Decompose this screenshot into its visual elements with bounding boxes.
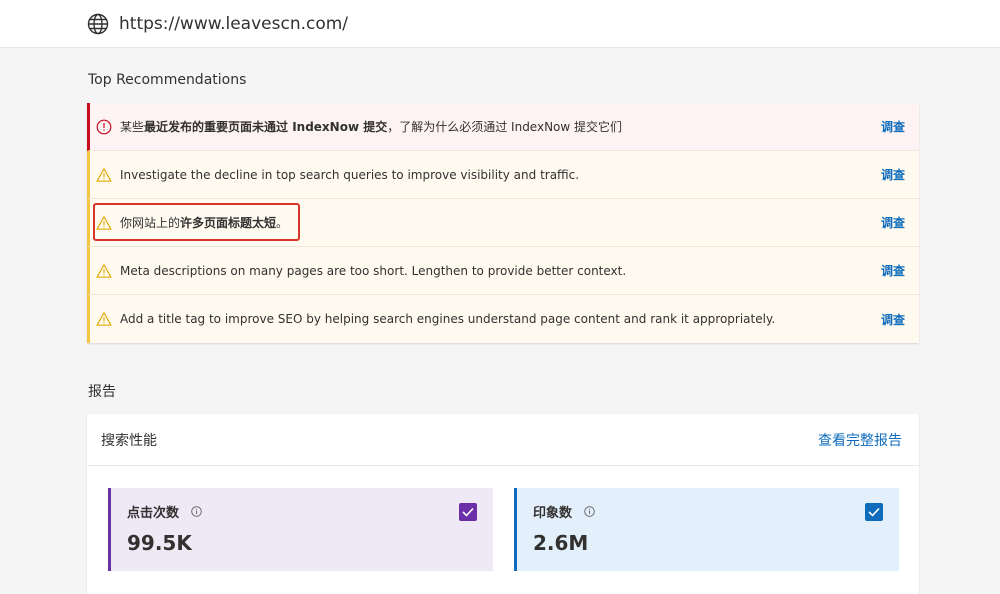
- info-icon[interactable]: [191, 506, 202, 517]
- investigate-link[interactable]: 调查: [881, 166, 905, 183]
- investigate-link[interactable]: 调查: [881, 214, 905, 231]
- recommendation-text: Investigate the decline in top search qu…: [120, 167, 580, 182]
- warning-icon: [96, 263, 112, 279]
- recommendation-text: 某些最近发布的重要页面未通过 IndexNow 提交，了解为什么必须通过 Ind…: [120, 120, 623, 134]
- recommendation-text: Add a title tag to improve SEO by helpin…: [120, 312, 776, 326]
- warning-icon: [96, 167, 112, 183]
- site-url[interactable]: https://www.leavescn.com/: [119, 14, 348, 34]
- recommendation-text: Meta descriptions on many pages are too …: [120, 263, 627, 278]
- report-section-title: 报告: [88, 384, 116, 400]
- recommendation-row[interactable]: Investigate the decline in top search qu…: [87, 151, 919, 199]
- metric-value: 2.6M: [533, 531, 589, 555]
- metric-impressions[interactable]: 印象数 2.6M: [514, 488, 899, 571]
- investigate-link[interactable]: 调查: [881, 118, 905, 135]
- report-card-header: 搜索性能 查看完整报告: [87, 414, 919, 466]
- recommendation-row[interactable]: 你网站上的许多页面标题太短。 调查: [87, 199, 919, 247]
- search-performance-card: 搜索性能 查看完整报告 点击次数 99.5K 印象数 2.6M: [87, 414, 919, 594]
- investigate-link[interactable]: 调查: [881, 262, 905, 279]
- recommendations-list: 某些最近发布的重要页面未通过 IndexNow 提交，了解为什么必须通过 Ind…: [87, 103, 919, 343]
- metric-value: 99.5K: [127, 531, 192, 555]
- highlight-box: [93, 203, 300, 241]
- error-circle-icon: [96, 119, 112, 135]
- globe-icon: [87, 13, 109, 35]
- metric-label: 点击次数: [127, 506, 180, 521]
- view-full-report-link[interactable]: 查看完整报告: [818, 430, 902, 450]
- card-title: 搜索性能: [101, 432, 157, 449]
- investigate-link[interactable]: 调查: [881, 311, 905, 328]
- info-icon[interactable]: [584, 506, 595, 517]
- recommendation-row[interactable]: Meta descriptions on many pages are too …: [87, 247, 919, 295]
- metric-label: 印象数: [533, 506, 573, 521]
- metric-clicks[interactable]: 点击次数 99.5K: [108, 488, 493, 571]
- site-header: https://www.leavescn.com/: [0, 0, 1000, 48]
- warning-icon: [96, 311, 112, 327]
- recommendations-title: Top Recommendations: [88, 72, 247, 88]
- recommendation-row[interactable]: 某些最近发布的重要页面未通过 IndexNow 提交，了解为什么必须通过 Ind…: [87, 103, 919, 151]
- clicks-checkbox[interactable]: [459, 503, 477, 521]
- impressions-checkbox[interactable]: [865, 503, 883, 521]
- recommendation-row[interactable]: Add a title tag to improve SEO by helpin…: [87, 295, 919, 343]
